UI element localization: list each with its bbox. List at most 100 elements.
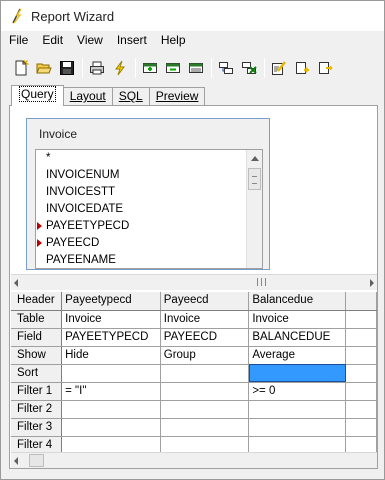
tab-sql-label: SQL [118, 89, 143, 103]
grid-cell[interactable] [345, 382, 377, 401]
add-table-button[interactable] [140, 58, 160, 78]
window-title: Report Wizard [31, 8, 115, 24]
grid-column-header[interactable]: Payeetypecd [61, 292, 161, 311]
field-list-item[interactable]: PAYEECD [36, 235, 262, 252]
scroll-thumb[interactable] [29, 454, 44, 467]
grid-cell[interactable] [345, 436, 377, 452]
grid-cell[interactable]: BALANCEDUE [248, 328, 347, 347]
table-properties-icon [189, 63, 203, 73]
field-list-scrollbar[interactable] [246, 150, 262, 268]
grid-cell[interactable]: Invoice [160, 310, 250, 329]
tab-query-label: Query [19, 86, 56, 102]
table-properties-button[interactable] [186, 58, 206, 78]
grid-cell[interactable] [61, 418, 161, 437]
scroll-up-arrow[interactable] [247, 150, 262, 166]
grid-cell[interactable]: PAYEECD [160, 328, 250, 347]
grid-cell[interactable] [345, 400, 377, 419]
remove-join-button[interactable] [239, 58, 259, 78]
grid-cell[interactable] [160, 436, 250, 452]
menu-insert[interactable]: Insert [110, 31, 154, 51]
grid-cell[interactable] [345, 418, 377, 437]
print-button[interactable] [87, 58, 107, 78]
field-list[interactable]: * INVOICENUM INVOICESTT INVOICEDATE PAYEETYP… [35, 149, 263, 269]
scroll-right-arrow[interactable] [370, 279, 374, 287]
grid-cell[interactable] [61, 364, 161, 383]
grid-column-header[interactable]: Payeecd [160, 292, 250, 311]
remove-table-button[interactable] [163, 58, 183, 78]
add-field-button[interactable] [292, 58, 312, 78]
grid-row-header: Field [11, 328, 63, 347]
remove-join-icon [242, 62, 257, 74]
insert-field-button[interactable] [315, 58, 335, 78]
grid-cell[interactable]: Group [160, 346, 250, 365]
grid-cell[interactable] [248, 418, 347, 437]
edit-icon [272, 61, 286, 75]
grid-cell[interactable]: Invoice [248, 310, 347, 329]
lightning-icon [115, 60, 125, 76]
edit-button[interactable] [269, 58, 289, 78]
grid-cell[interactable]: Invoice [61, 310, 161, 329]
query-grid-table: Header Payeetypecd Payeecd Balancedue Table I… [11, 292, 377, 452]
field-list-item[interactable]: * [36, 150, 262, 167]
grid-column-header[interactable]: Balancedue [248, 292, 347, 311]
open-folder-icon [36, 63, 52, 74]
selected-marker-icon [37, 239, 42, 247]
invoice-table-box[interactable]: Invoice * INVOICENUM INVOICESTT INVOICEDATE… [26, 118, 270, 270]
grid-cell[interactable]: PAYEETYPECD [61, 328, 161, 347]
field-name: PAYEECD [46, 237, 100, 249]
grid-cell[interactable] [345, 328, 377, 347]
grid-cell[interactable] [61, 400, 161, 419]
run-button[interactable] [110, 58, 130, 78]
open-button[interactable] [34, 58, 54, 78]
add-join-button[interactable] [216, 58, 236, 78]
tab-query[interactable]: Query [11, 85, 64, 106]
tab-preview-label: Preview [155, 89, 199, 103]
grid-cell[interactable] [345, 310, 377, 329]
splitter-grip[interactable] [257, 278, 266, 286]
grid-cell[interactable] [248, 364, 347, 383]
field-list-items: * INVOICENUM INVOICESTT INVOICEDATE PAYEETYP… [36, 150, 262, 268]
grid-cell[interactable] [345, 346, 377, 365]
grid-cell[interactable]: = "I" [61, 382, 161, 401]
save-button[interactable] [57, 58, 77, 78]
new-icon [15, 60, 29, 76]
scroll-left-arrow[interactable] [14, 279, 18, 287]
grid-cell[interactable] [61, 436, 161, 452]
grid-cell[interactable]: Hide [61, 346, 161, 365]
print-icon [90, 61, 104, 75]
field-list-item[interactable]: INVOICENUM [36, 167, 262, 184]
grid-cell[interactable]: Average [248, 346, 347, 365]
grid-cell[interactable] [248, 436, 347, 452]
add-field-icon [296, 62, 309, 74]
menu-edit[interactable]: Edit [35, 31, 70, 51]
grid-cell[interactable] [160, 382, 250, 401]
save-icon [60, 61, 74, 75]
field-list-item[interactable]: INVOICESTT [36, 184, 262, 201]
menu-view[interactable]: View [70, 31, 110, 51]
toolbar-separator [211, 58, 212, 78]
menu-file[interactable]: File [1, 31, 35, 51]
tab-sql[interactable]: SQL [111, 87, 150, 105]
grid-cell[interactable] [160, 364, 250, 383]
field-name: INVOICEDATE [46, 203, 124, 215]
field-list-item[interactable]: INVOICEDATE [36, 201, 262, 218]
scroll-left-arrow[interactable] [14, 457, 18, 465]
scroll-thumb[interactable] [248, 168, 261, 190]
tab-preview[interactable]: Preview [148, 87, 206, 105]
toolbar [1, 54, 384, 82]
grid-cell[interactable] [345, 364, 377, 383]
new-button[interactable] [11, 58, 31, 78]
tab-layout[interactable]: Layout [62, 87, 113, 105]
grid-cell[interactable]: >= 0 [248, 382, 347, 401]
grid-row-header: Filter 4 [11, 436, 63, 452]
grid-cell[interactable] [160, 418, 250, 437]
field-list-item[interactable]: PAYEENAME [36, 252, 262, 268]
grid-horizontal-scrollbar[interactable] [11, 452, 377, 468]
field-list-item[interactable]: PAYEETYPECD [36, 218, 262, 235]
grid-cell[interactable] [160, 400, 250, 419]
menu-help[interactable]: Help [154, 31, 193, 51]
grid-row-header: Show [11, 346, 63, 365]
grid-column-header[interactable] [345, 292, 377, 311]
diagram-horizontal-scrollbar[interactable] [11, 274, 377, 290]
grid-cell[interactable] [248, 400, 347, 419]
